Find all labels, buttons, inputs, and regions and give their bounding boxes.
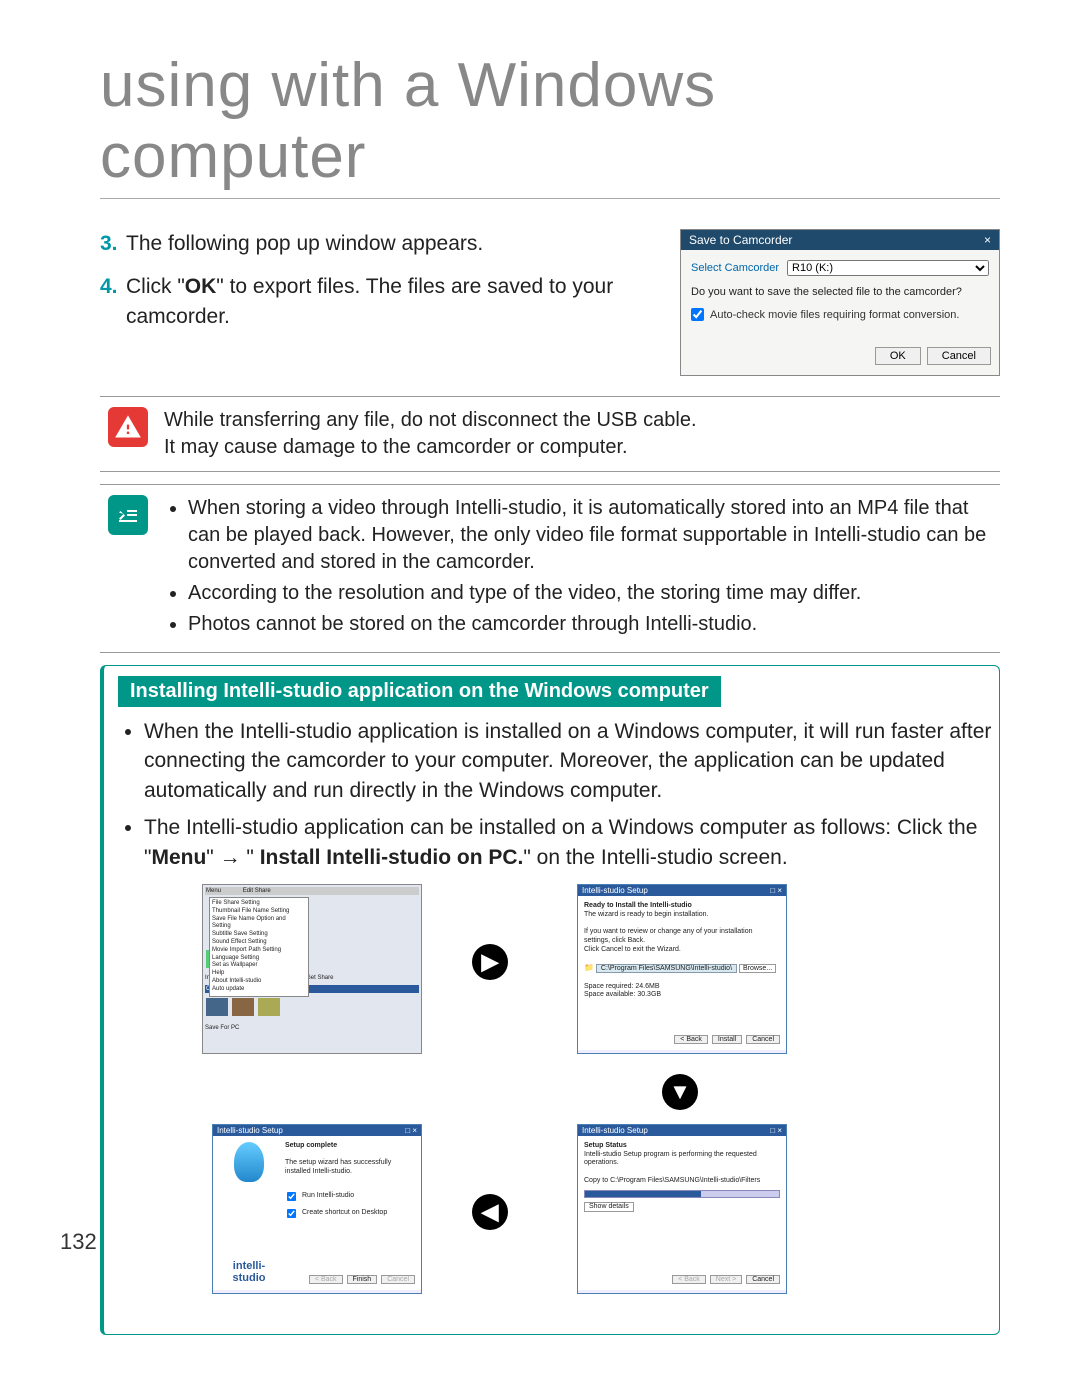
tip-box: Installing Intelli-studio application on… [100,665,1000,1335]
step-number-4: 4. [100,272,126,331]
step-list: 3. The following pop up window appears. … [100,229,650,376]
save-to-camcorder-dialog: Save to Camcorder × Select Camcorder R10… [680,229,1000,376]
step-text-4: Click "OK" to export files. The files ar… [126,272,650,331]
dialog-ok-button[interactable]: OK [875,347,921,365]
info-bullet-3: Photos cannot be stored on the camcorder… [188,611,992,638]
step-number-3: 3. [100,229,126,258]
studio-screenshot: Menu Edit Share File Share SettingThumbn… [202,884,422,1054]
wizard-ready-screenshot: Intelli-studio Setup□ × Ready to Install… [577,884,787,1054]
step-text-3: The following pop up window appears. [126,229,483,258]
dialog-question: Do you want to save the selected file to… [691,286,989,298]
close-icon[interactable]: × [984,233,991,247]
auto-check-label: Auto-check movie files requiring format … [710,309,959,321]
info-bullet-2: According to the resolution and type of … [188,580,992,607]
tip-bullet-2: The Intelli-studio application can be in… [144,813,999,872]
wizard-progress-screenshot: Intelli-studio Setup□ × Setup Status Int… [577,1124,787,1294]
tip-heading: Installing Intelli-studio application on… [118,676,721,707]
flow-arrow-down-icon [662,1074,698,1110]
warning-line-1: While transferring any file, do not disc… [164,407,992,434]
page-number: 132 [60,1229,97,1255]
flow-arrow-right-icon [472,944,508,980]
page-title: using with a Windows computer [100,50,1000,199]
dialog-title-label: Save to Camcorder [689,233,792,247]
select-camcorder-label: Select Camcorder [691,262,779,274]
warning-icon [108,407,148,447]
dialog-cancel-button[interactable]: Cancel [927,347,991,365]
info-icon [108,495,148,535]
warning-line-2: It may cause damage to the camcorder or … [164,434,992,461]
auto-check-checkbox[interactable] [691,308,704,321]
arrow-right-icon: → [220,843,241,872]
info-bullet-1: When storing a video through Intelli-stu… [188,495,992,576]
tip-bullet-1: When the Intelli-studio application is i… [144,717,999,805]
wizard-complete-screenshot: Intelli-studio Setup□ × intelli-studio S… [212,1124,422,1294]
install-flow-diagram: Menu Edit Share File Share SettingThumbn… [122,884,999,1304]
flow-arrow-left-icon [472,1194,508,1230]
camcorder-dropdown[interactable]: R10 (K:) [787,260,989,276]
